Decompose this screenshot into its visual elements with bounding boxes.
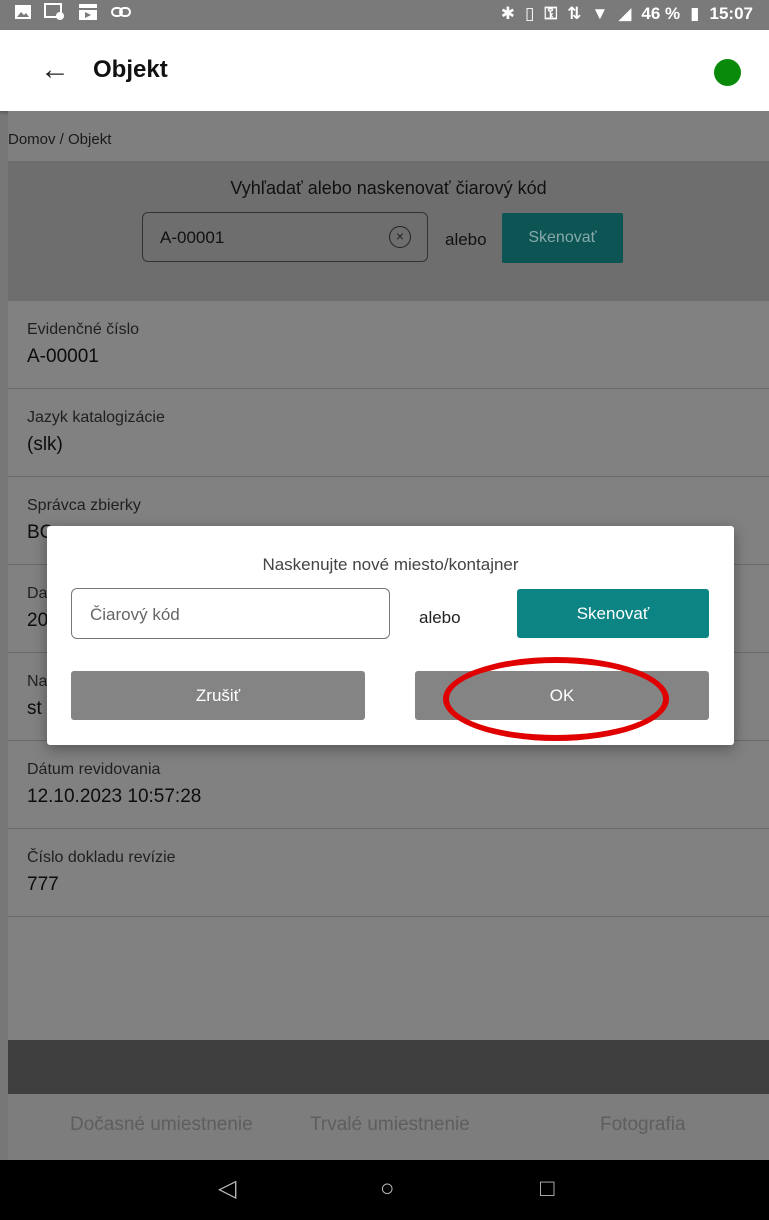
dialog-title: Naskenujte nové miesto/kontajner bbox=[262, 555, 519, 574]
data-icon: ⇅ bbox=[567, 4, 582, 23]
footer-divider bbox=[8, 1040, 769, 1094]
field-label: Dátum revidovania bbox=[27, 761, 161, 778]
field-jazyk-katalogizacie: Jazyk katalogizácie (slk) bbox=[8, 389, 769, 477]
search-input[interactable]: A-00001 × bbox=[142, 212, 428, 262]
search-prompt: Vyhľadať alebo naskenovať čiarový kód bbox=[230, 178, 547, 198]
bottom-tabs: Dočasné umiestnenie Trvalé umiestnenie F… bbox=[8, 1094, 769, 1160]
screenshot-icon bbox=[44, 3, 66, 27]
field-label: Na bbox=[27, 673, 48, 690]
field-value: 777 bbox=[27, 874, 59, 895]
field-value: A-00001 bbox=[27, 346, 99, 367]
field-label: Číslo dokladu revízie bbox=[27, 849, 176, 866]
page-title: Objekt bbox=[93, 56, 168, 83]
field-value: 20 bbox=[27, 610, 49, 631]
tab-fotografia[interactable]: Fotografia bbox=[600, 1114, 686, 1136]
barcode-input-placeholder: Čiarový kód bbox=[90, 605, 180, 624]
dialog-scan-button[interactable]: Skenovať bbox=[517, 589, 709, 638]
field-value: (slk) bbox=[27, 434, 63, 455]
search-input-value: A-00001 bbox=[160, 228, 225, 247]
search-or-label: alebo bbox=[445, 230, 487, 249]
field-value: 12.10.2023 10:57:28 bbox=[27, 786, 202, 807]
tab-trvale-umiestnenie[interactable]: Trvalé umiestnenie bbox=[310, 1114, 470, 1136]
back-arrow-icon[interactable]: ← bbox=[40, 50, 70, 90]
battery-percent: 46 % bbox=[641, 4, 681, 23]
field-label: Evidenčné číslo bbox=[27, 321, 140, 338]
field-cislo-dokladu-revizie: Číslo dokladu revízie 777 bbox=[8, 829, 769, 917]
home-circle-icon[interactable]: ○ bbox=[380, 1174, 395, 1204]
barcode-input[interactable]: Čiarový kód bbox=[71, 588, 390, 639]
scan-button[interactable]: Skenovať bbox=[502, 213, 623, 263]
status-right: ✱ ▯ ⚿ ⇅ ▼ ◢ 46 % ▮ 15:07 bbox=[501, 4, 753, 24]
field-label: Správca zbierky bbox=[27, 497, 141, 514]
wifi-icon: ▼ bbox=[591, 4, 609, 23]
system-nav-bar: ◁ ○ □ bbox=[0, 1160, 769, 1220]
search-panel: Vyhľadať alebo naskenovať čiarový kód A-… bbox=[8, 161, 769, 301]
bluetooth-icon: ✱ bbox=[500, 4, 515, 23]
clock: 15:07 bbox=[709, 4, 753, 23]
field-evidencne-cislo: Evidenčné číslo A-00001 bbox=[8, 301, 769, 389]
connection-status-dot bbox=[714, 59, 741, 86]
field-datum-revidovania: Dátum revidovania 12.10.2023 10:57:28 bbox=[8, 741, 769, 829]
field-label: Da bbox=[27, 585, 48, 602]
recents-square-icon[interactable]: □ bbox=[540, 1174, 555, 1204]
breadcrumb: Domov / Objekt bbox=[8, 111, 769, 161]
vpn-key-icon: ⚿ bbox=[544, 4, 558, 23]
dialog-or-label: alebo bbox=[419, 608, 461, 627]
cancel-button[interactable]: Zrušiť bbox=[71, 671, 365, 720]
field-value: st bbox=[27, 698, 42, 719]
status-left-icons bbox=[14, 3, 132, 27]
image-icon bbox=[14, 3, 32, 27]
link-icon bbox=[110, 3, 132, 27]
back-triangle-icon[interactable]: ◁ bbox=[218, 1174, 236, 1204]
highlight-annotation bbox=[443, 657, 669, 741]
status-bar: ✱ ▯ ⚿ ⇅ ▼ ◢ 46 % ▮ 15:07 bbox=[0, 0, 769, 30]
vibrate-icon: ▯ bbox=[524, 4, 535, 23]
app-bar: ← Objekt bbox=[0, 30, 769, 111]
clear-icon[interactable]: × bbox=[389, 226, 411, 248]
battery-icon: ▮ bbox=[690, 4, 700, 23]
media-icon bbox=[78, 3, 98, 27]
tab-docasne-umiestnenie[interactable]: Dočasné umiestnenie bbox=[70, 1114, 253, 1136]
signal-icon: ◢ bbox=[618, 4, 632, 23]
field-label: Jazyk katalogizácie bbox=[27, 409, 165, 426]
